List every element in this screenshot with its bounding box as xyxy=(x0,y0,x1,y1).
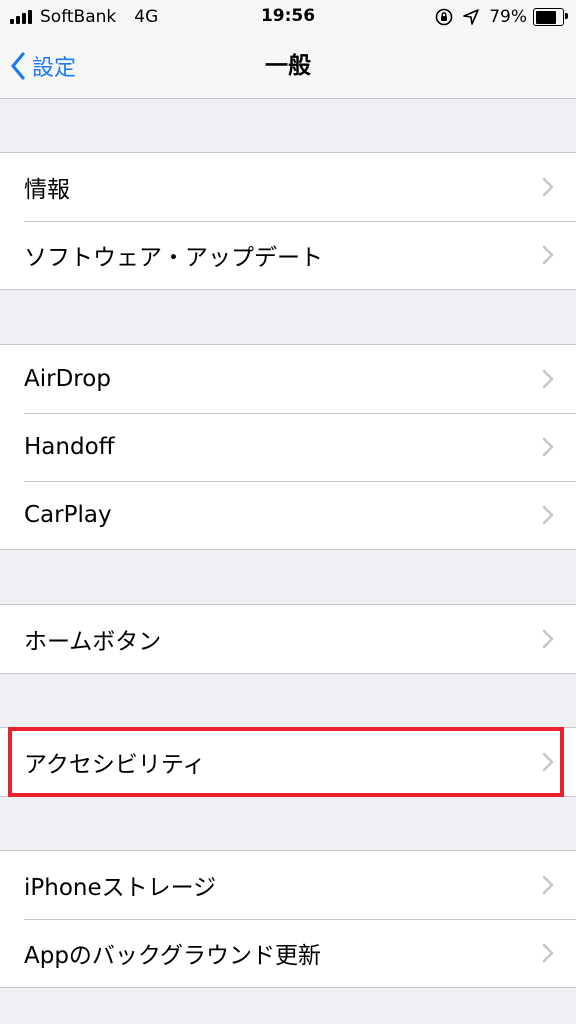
status-right: 79% xyxy=(435,6,568,28)
row-accessibility[interactable]: アクセシビリティ xyxy=(0,728,576,796)
battery-level-fill xyxy=(535,10,557,24)
row-software-update[interactable]: ソフトウェア・アップデート xyxy=(0,221,576,289)
row-handoff[interactable]: Handoff xyxy=(0,413,576,481)
navigation-bar: 設定 一般 xyxy=(0,34,576,99)
row-background-app-refresh[interactable]: Appのバックグラウンド更新 xyxy=(0,919,576,987)
chevron-right-icon xyxy=(542,437,554,457)
chevron-right-icon xyxy=(542,943,554,963)
chevron-right-icon xyxy=(542,629,554,649)
row-label: AirDrop xyxy=(24,366,111,392)
chevron-right-icon xyxy=(542,875,554,895)
row-label: Handoff xyxy=(24,434,115,460)
location-arrow-icon xyxy=(463,9,480,25)
orientation-lock-icon xyxy=(435,8,453,26)
settings-group-3: ホームボタン xyxy=(0,604,576,674)
settings-group-5: iPhoneストレージ Appのバックグラウンド更新 xyxy=(0,850,576,988)
chevron-right-icon xyxy=(542,752,554,772)
chevron-right-icon xyxy=(542,505,554,525)
row-label: iPhoneストレージ xyxy=(24,875,217,901)
row-label: CarPlay xyxy=(24,502,112,528)
battery-percent: 79% xyxy=(489,7,527,27)
settings-group-4: アクセシビリティ xyxy=(0,727,576,797)
row-label: 情報 xyxy=(24,177,70,203)
settings-group-2: AirDrop Handoff CarPlay xyxy=(0,344,576,550)
row-label: ソフトウェア・アップデート xyxy=(24,245,323,271)
chevron-right-icon xyxy=(542,369,554,389)
row-label: アクセシビリティ xyxy=(24,752,206,778)
status-bar: SoftBank 4G 19:56 79% xyxy=(0,0,576,34)
row-home-button[interactable]: ホームボタン xyxy=(0,605,576,673)
page-title: 一般 xyxy=(265,53,311,79)
settings-group-1: 情報 ソフトウェア・アップデート xyxy=(0,152,576,290)
row-about[interactable]: 情報 xyxy=(0,153,576,221)
row-carplay[interactable]: CarPlay xyxy=(0,481,576,549)
chevron-right-icon xyxy=(542,177,554,197)
row-label: ホームボタン xyxy=(24,629,162,655)
row-iphone-storage[interactable]: iPhoneストレージ xyxy=(0,851,576,919)
battery-icon xyxy=(533,8,568,26)
chevron-right-icon xyxy=(542,245,554,265)
row-label: Appのバックグラウンド更新 xyxy=(24,943,322,969)
row-airdrop[interactable]: AirDrop xyxy=(0,345,576,413)
